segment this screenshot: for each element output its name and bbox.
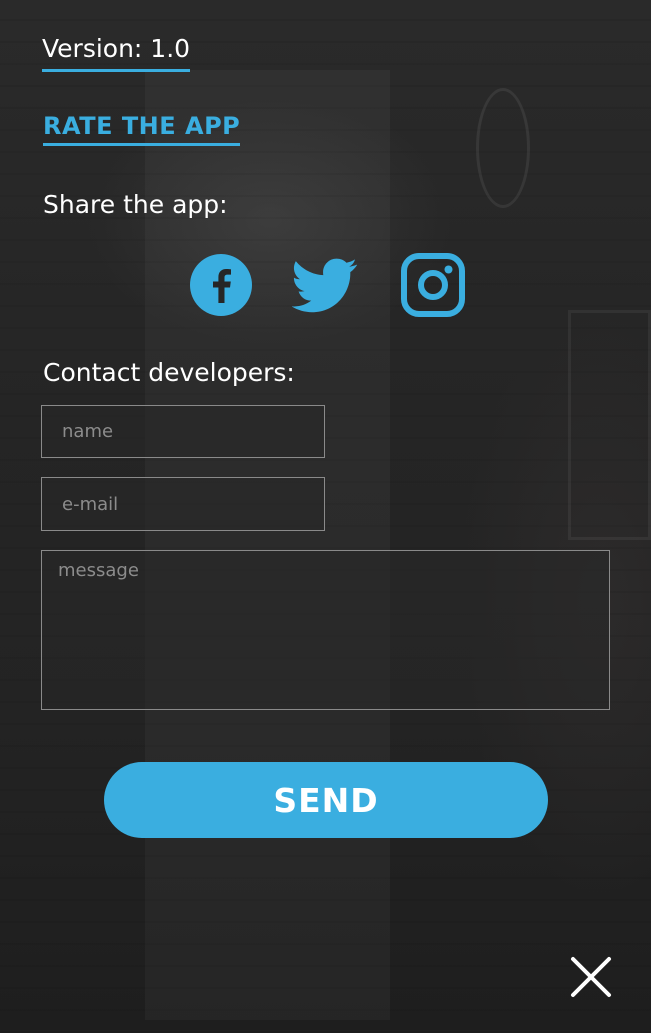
email-field[interactable] <box>41 477 325 531</box>
name-field[interactable] <box>41 405 325 458</box>
contact-label: Contact developers: <box>43 358 295 387</box>
facebook-icon[interactable] <box>188 252 254 318</box>
background-medallion <box>476 88 530 208</box>
instagram-icon[interactable] <box>400 252 466 318</box>
background-window <box>568 310 651 540</box>
message-field[interactable] <box>41 550 610 710</box>
version-label: Version: 1.0 <box>42 32 191 72</box>
twitter-icon[interactable] <box>292 252 358 318</box>
close-icon[interactable] <box>568 954 614 1000</box>
share-label: Share the app: <box>43 190 228 219</box>
send-button[interactable]: SEND <box>104 762 548 838</box>
rate-app-link[interactable]: RATE THE APP <box>43 110 241 146</box>
